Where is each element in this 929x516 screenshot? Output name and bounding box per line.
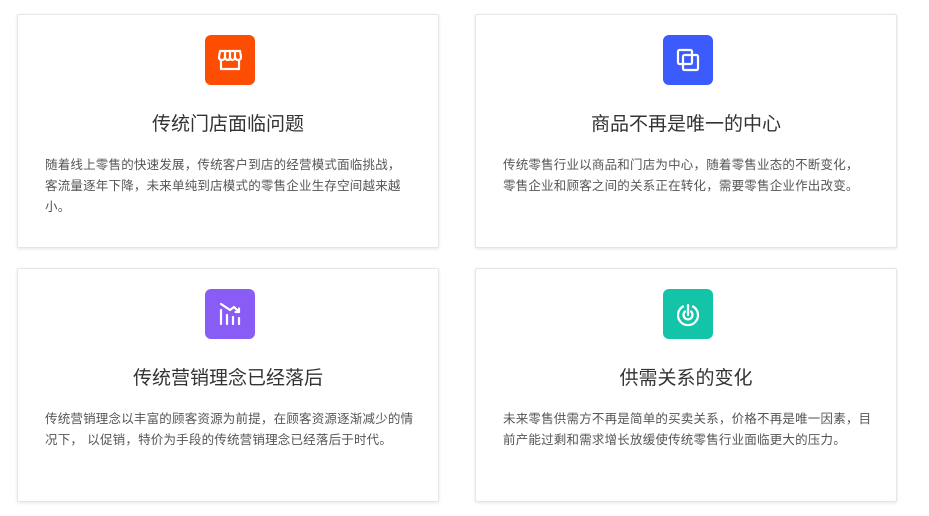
card-store-problems: 传统门店面临问题 随着线上零售的快速发展，传统客户到店的经营模式面临挑战， 客流… (17, 14, 439, 248)
card-marketing-outdated: 传统营销理念已经落后 传统营销理念以丰富的顾客资源为前提，在顾客资源逐渐减少的情… (17, 268, 439, 502)
card-description: 传统营销理念以丰富的顾客资源为前提，在顾客资源逐渐减少的情况下， 以促销，特价为… (45, 411, 414, 447)
card-description: 随着线上零售的快速发展，传统客户到店的经营模式面临挑战， 客流量逐年下降，未来单… (45, 157, 401, 214)
card-title: 供需关系的变化 (619, 367, 753, 389)
card-supply-demand: 供需关系的变化 未来零售供需方不再是简单的买卖关系，价格不再是唯一因素，目前产能… (475, 268, 897, 502)
storefront-icon (205, 35, 255, 85)
card-title: 商品不再是唯一的中心 (590, 113, 781, 135)
card-description: 传统零售行业以商品和门店为中心，随着零售业态的不断变化， 零售企业和顾客之间的关… (503, 157, 859, 193)
card-description: 未来零售供需方不再是简单的买卖关系，价格不再是唯一因素，目前产能过剩和需求增长放… (503, 411, 872, 447)
card-title: 传统门店面临问题 (151, 113, 304, 135)
layers-icon (663, 35, 713, 85)
target-icon (663, 289, 713, 339)
card-title: 传统营销理念已经落后 (132, 367, 323, 389)
card-product-center: 商品不再是唯一的中心 传统零售行业以商品和门店为中心，随着零售业态的不断变化， … (475, 14, 897, 248)
declining-chart-icon (205, 289, 255, 339)
